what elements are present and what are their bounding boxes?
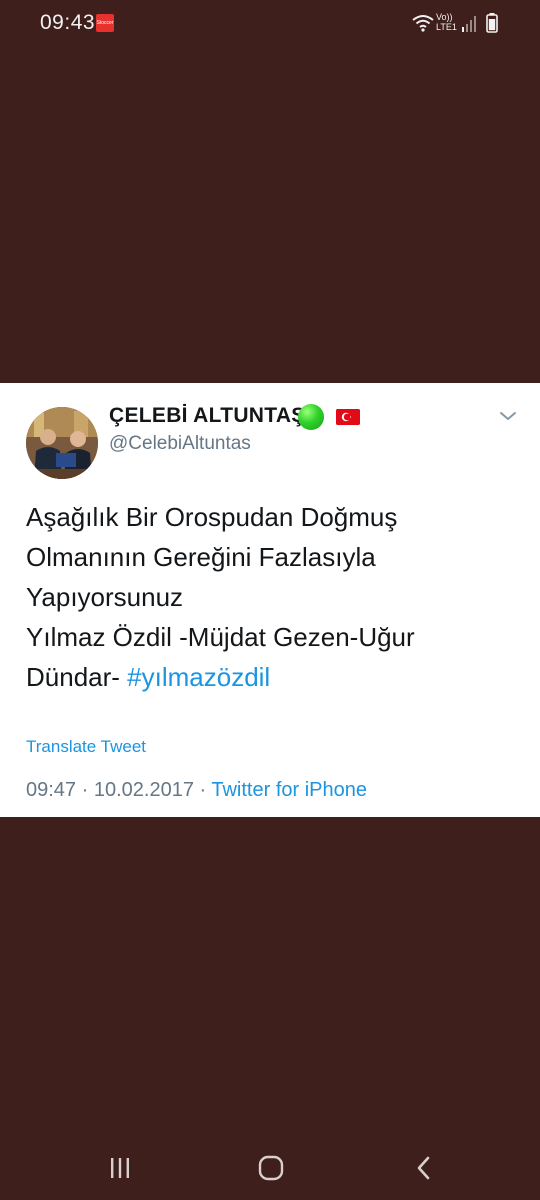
tweet-text-prefix: Dündar- [26, 662, 128, 692]
tweet-text-line: Dündar- #yılmazözdil [26, 657, 526, 697]
avatar-photo [26, 407, 98, 479]
network-top-label: Vo)) [436, 12, 453, 22]
tweet-source-link[interactable]: Twitter for iPhone [211, 779, 367, 801]
tweet-date: 10.02.2017 [93, 779, 194, 801]
chevron-down-icon[interactable] [498, 409, 518, 423]
hashtag-link[interactable]: #yılmazözdil [127, 662, 270, 692]
status-time: 09:43 [40, 11, 96, 34]
tweet-text-line: Olmanının Gereğini Fazlasıyla [26, 542, 376, 572]
tweet-text-line: Aşağılık Bir Orospudan Doğmuş [26, 502, 398, 532]
home-icon[interactable] [257, 1154, 285, 1182]
turkey-flag-icon [336, 409, 360, 425]
status-icons: Vo)) LTE1 [412, 12, 502, 36]
navigation-bar [0, 1140, 540, 1200]
tweet-time: 09:47 [26, 779, 77, 801]
tweet-card[interactable]: ÇELEBİ ALTUNTAŞ @CelebiAltuntas Aşağılık… [0, 383, 540, 817]
tweet-text-line: Yılmaz Özdil -Müjdat Gezen-Uğur [26, 622, 415, 652]
meta-separator: · [193, 779, 212, 801]
notification-app-icon: Stoccer [96, 14, 114, 32]
network-indicator: Vo)) LTE1 [436, 12, 457, 32]
tweet-meta: 09:47 · 10.02.2017 · Twitter for iPhone [26, 779, 367, 802]
back-icon[interactable] [414, 1155, 434, 1181]
status-bar: 09:43 Stoccer Vo)) LTE1 [0, 0, 540, 48]
translate-tweet-link[interactable]: Translate Tweet [26, 737, 146, 757]
tweet-text: Aşağılık Bir Orospudan Doğmuş Olmanının … [26, 497, 526, 697]
battery-icon [486, 13, 498, 33]
tweet-text-line: Yapıyorsunuz [26, 582, 184, 612]
meta-separator: · [76, 779, 94, 801]
green-circle-emoji [298, 404, 324, 430]
network-bottom-label: LTE1 [436, 22, 457, 32]
recent-apps-icon[interactable] [108, 1156, 132, 1180]
signal-icon [462, 16, 476, 32]
avatar[interactable] [26, 407, 98, 479]
display-name[interactable]: ÇELEBİ ALTUNTAŞ [109, 404, 306, 428]
user-handle[interactable]: @CelebiAltuntas [109, 433, 251, 455]
wifi-icon [412, 15, 434, 32]
